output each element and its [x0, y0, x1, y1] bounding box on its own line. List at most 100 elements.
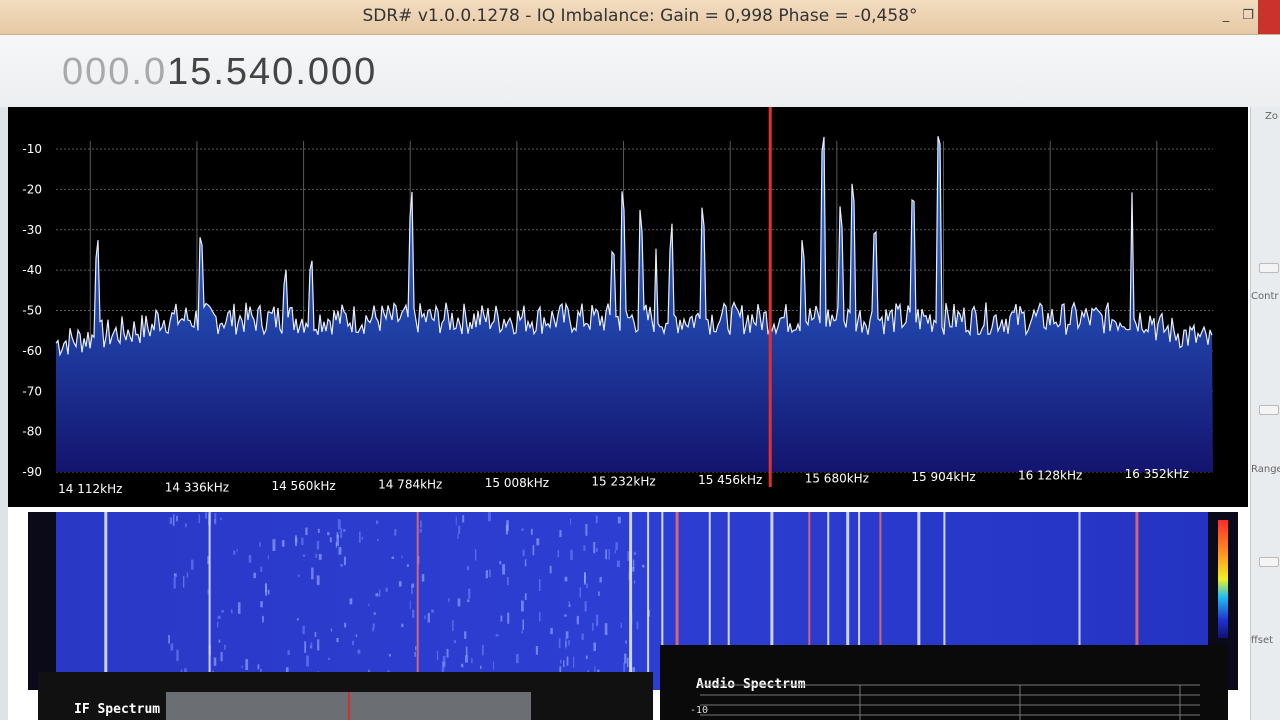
waterfall-speckle [295, 535, 297, 547]
range-slider[interactable] [1259, 557, 1279, 567]
if-spectrum-panel[interactable]: IF Spectrum [38, 672, 653, 720]
waterfall-speckle [596, 614, 599, 626]
waterfall-speckle [296, 618, 299, 621]
waterfall-speckle [550, 628, 553, 635]
waterfall-speckle [336, 531, 339, 538]
maximize-icon[interactable]: ❐ [1240, 8, 1256, 24]
waterfall-speckle [335, 541, 337, 548]
waterfall-speckle [388, 654, 392, 657]
waterfall-speckle [626, 657, 629, 668]
waterfall-speckle [458, 525, 461, 535]
waterfall-speckle [474, 549, 477, 561]
spectrum-plot[interactable]: -10 -20 -30 -40 -50 -60 -70 -80 -90 14 112kHz 14 … [8, 107, 1248, 507]
waterfall-speckle [406, 564, 409, 567]
zoom-slider[interactable] [1259, 263, 1279, 273]
close-icon[interactable] [1258, 0, 1280, 34]
waterfall-speckle [632, 559, 635, 569]
waterfall-speckle [452, 620, 454, 632]
waterfall-speckle [267, 555, 269, 560]
waterfall-speckle [301, 537, 304, 545]
y-tick-label: -10 [22, 142, 42, 156]
waterfall-speckle [593, 642, 597, 651]
waterfall-speckle [375, 593, 379, 597]
waterfall-speckle [522, 619, 524, 631]
waterfall-speckle [391, 556, 395, 560]
y-tick-label: -20 [22, 182, 42, 196]
waterfall-speckle [198, 514, 200, 524]
waterfall-speckle [446, 648, 449, 658]
waterfall-speckle [427, 613, 430, 623]
y-tick-label: -40 [22, 263, 42, 277]
spectrum-analyzer[interactable]: -10 -20 -30 -40 -50 -60 -70 -80 -90 14 112kHz 14 … [8, 107, 1248, 507]
waterfall-speckle [465, 646, 468, 656]
waterfall-signal-line [647, 512, 650, 690]
waterfall-speckle [605, 549, 608, 560]
contrast-slider[interactable] [1259, 405, 1279, 415]
waterfall-speckle [237, 602, 241, 614]
waterfall-speckle [453, 640, 456, 644]
waterfall-speckle [623, 662, 626, 672]
center-frequency-marker[interactable] [768, 107, 772, 487]
waterfall-speckle [306, 655, 309, 667]
waterfall-speckle [559, 530, 562, 538]
x-tick-label: 16 352kHz [1125, 467, 1189, 481]
waterfall-speckle [217, 615, 221, 620]
side-controls: Zo Contr Range Offset [1243, 107, 1280, 720]
waterfall-speckle [224, 644, 226, 650]
waterfall-speckle [183, 575, 185, 588]
waterfall-speckle [608, 549, 610, 560]
waterfall-speckle [436, 650, 439, 661]
y-tick-label: -70 [22, 384, 42, 398]
waterfall-speckle [317, 528, 320, 533]
waterfall-speckle [568, 639, 570, 646]
waterfall-speckle [558, 638, 561, 649]
window-title: SDR# v1.0.0.1278 - IQ Imbalance: Gain = … [362, 6, 918, 26]
waterfall-speckle [281, 540, 285, 547]
waterfall-speckle [267, 589, 270, 595]
waterfall-speckle [338, 547, 342, 555]
waterfall-speckle [625, 640, 627, 644]
waterfall-speckle [220, 652, 223, 662]
waterfall-speckle [568, 604, 571, 607]
x-tick-label: 14 336kHz [165, 481, 229, 495]
x-tick-label: 14 784kHz [378, 478, 442, 492]
audio-spectrum-panel[interactable]: Audio Spectrum -10 [660, 645, 1228, 720]
waterfall-speckle [636, 621, 639, 630]
waterfall-speckle [615, 542, 618, 551]
waterfall-speckle [566, 656, 569, 666]
waterfall-speckle [505, 524, 509, 535]
waterfall-speckle [411, 583, 415, 588]
waterfall-speckle [487, 512, 491, 522]
waterfall-speckle [173, 514, 175, 527]
waterfall-speckle [218, 639, 221, 643]
waterfall-speckle [191, 559, 194, 570]
waterfall-speckle [340, 563, 344, 567]
waterfall-speckle [316, 575, 320, 585]
waterfall-speckle [593, 541, 596, 554]
waterfall-speckle [186, 572, 189, 578]
waterfall-speckle [614, 549, 616, 554]
waterfall-speckle [409, 600, 411, 610]
minimize-icon[interactable]: _ [1218, 8, 1234, 24]
waterfall-signal-line [104, 512, 108, 690]
waterfall-speckle [340, 528, 343, 538]
waterfall-speckle [564, 614, 567, 617]
waterfall-speckle [479, 665, 482, 669]
waterfall-speckle [507, 612, 510, 624]
waterfall-speckle [481, 644, 484, 656]
waterfall-speckle [415, 646, 417, 651]
waterfall-speckle [570, 549, 573, 560]
waterfall-speckle [599, 577, 602, 583]
waterfall-speckle [257, 664, 260, 670]
frequency-leading-digits[interactable]: 000.0 [62, 51, 167, 93]
waterfall-speckle [184, 523, 187, 528]
waterfall-speckle [467, 566, 470, 571]
waterfall-speckle [378, 589, 381, 597]
waterfall-speckle [559, 659, 562, 664]
x-tick-label: 15 008kHz [485, 476, 549, 490]
frequency-display[interactable]: 000.015.540.000 [62, 51, 377, 94]
waterfall-speckle [461, 663, 464, 668]
waterfall-speckle [170, 643, 174, 651]
waterfall-speckle [355, 634, 358, 637]
frequency-active-digits[interactable]: 15.540.000 [167, 51, 377, 93]
